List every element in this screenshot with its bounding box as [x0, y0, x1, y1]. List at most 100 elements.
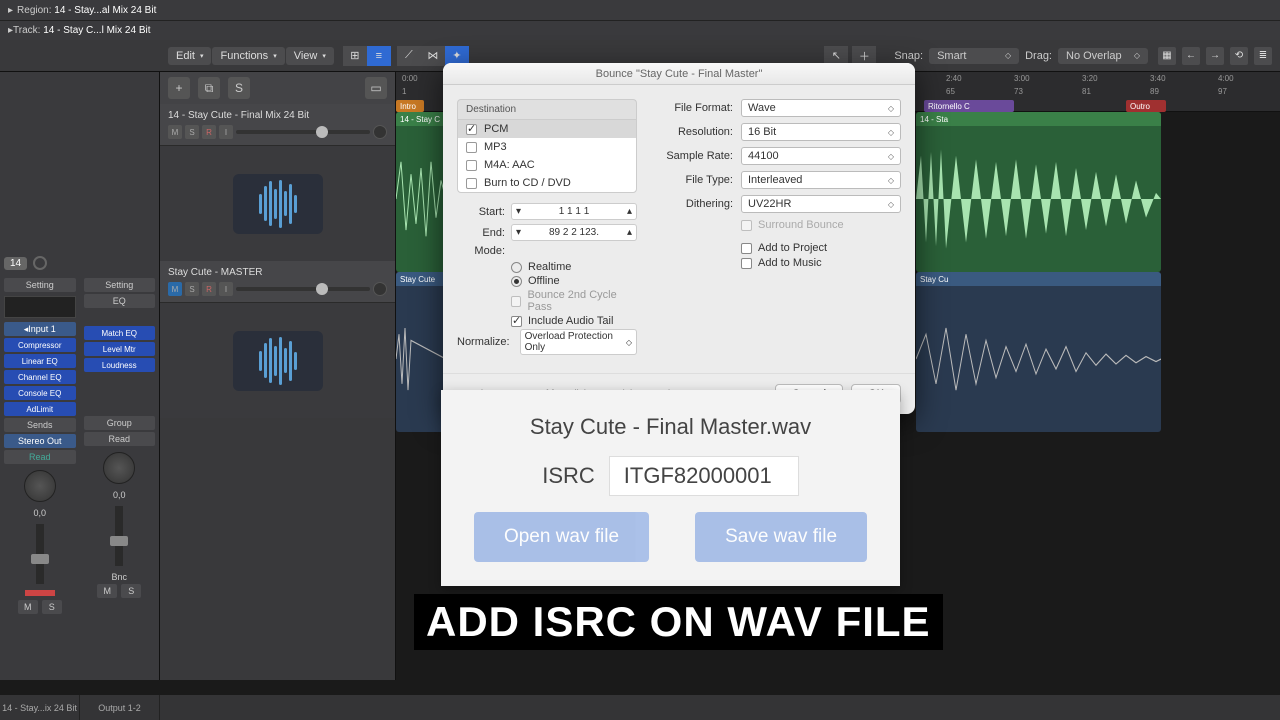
rec-arm-2[interactable]	[373, 282, 387, 296]
fx-loudness[interactable]: Loudness	[84, 358, 156, 372]
track-header-2[interactable]: Stay Cute - MASTER M S R I	[160, 261, 395, 418]
isrc-input[interactable]: ITGF82000001	[609, 456, 799, 496]
filter-button[interactable]: ▭	[365, 77, 387, 99]
vol-slider-2[interactable]	[236, 287, 370, 291]
right-icon[interactable]: →	[1206, 47, 1224, 65]
input-1[interactable]: I	[219, 125, 233, 139]
audio-region-1a[interactable]: 14 - Stay C	[396, 112, 446, 272]
cycle-pass-check: Bounce 2nd Cycle Pass	[511, 289, 637, 313]
rec-arm-1[interactable]	[373, 125, 387, 139]
marker-intro[interactable]: Intro	[396, 100, 424, 112]
color-swatch[interactable]	[33, 256, 47, 270]
rec-2[interactable]: R	[202, 282, 216, 296]
dithering-select[interactable]: UV22HR◇	[741, 195, 901, 213]
resolution-select[interactable]: 16 Bit◇	[741, 123, 901, 141]
link-icon[interactable]: ←	[1182, 47, 1200, 65]
automation-read-2[interactable]: Read	[84, 432, 156, 446]
setting-button-2[interactable]: Setting	[84, 278, 156, 292]
mute-button[interactable]: M	[18, 600, 38, 614]
region-label: 14 - Stay C	[396, 112, 446, 126]
samplerate-select[interactable]: 44100◇	[741, 147, 901, 165]
open-wav-button[interactable]: Open wav file	[474, 512, 649, 562]
waveform-icon-2	[233, 331, 323, 391]
fx-console-eq[interactable]: Console EQ	[4, 386, 76, 400]
filetype-select[interactable]: Interleaved◇	[741, 171, 901, 189]
duplicate-track-button[interactable]: ⧉	[198, 77, 220, 99]
fx-linear-eq[interactable]: Linear EQ	[4, 354, 76, 368]
start-label: Start:	[457, 206, 505, 218]
footer-right: Output 1-2	[80, 695, 160, 720]
edit-menu[interactable]: Edit▾	[168, 47, 211, 65]
solo-1[interactable]: S	[185, 125, 199, 139]
end-field[interactable]: ▾89 2 2 123.▴	[511, 224, 637, 241]
automation-read[interactable]: Read	[4, 450, 76, 464]
view-list-icon[interactable]: ≡	[367, 46, 391, 66]
save-wav-button[interactable]: Save wav file	[695, 512, 867, 562]
dest-mp3[interactable]: MP3	[458, 138, 636, 156]
track-header-1[interactable]: 14 - Stay Cute - Final Mix 24 Bit M S R …	[160, 104, 395, 261]
pan-knob[interactable]	[24, 470, 56, 502]
mode-realtime[interactable]: Realtime	[511, 261, 637, 273]
fx-channel-eq[interactable]: Channel EQ	[4, 370, 76, 384]
dest-pcm[interactable]: PCM	[458, 120, 636, 138]
marker-outro[interactable]: Outro	[1126, 100, 1166, 112]
track-headers: + ⧉ S ▭ 14 - Stay Cute - Final Mix 24 Bi…	[160, 72, 396, 680]
mute-button-2[interactable]: M	[97, 584, 117, 598]
setting-button[interactable]: Setting	[4, 278, 76, 292]
normalize-select[interactable]: Overload Protection Only◇	[520, 329, 637, 355]
input-2[interactable]: I	[219, 282, 233, 296]
start-field[interactable]: ▾1 1 1 1▴	[511, 203, 637, 220]
solo-button[interactable]: S	[42, 600, 62, 614]
vol-slider-1[interactable]	[236, 130, 370, 134]
fx-adlimit[interactable]: AdLimit	[4, 402, 76, 416]
track-label: Track:	[13, 25, 40, 36]
snap-select[interactable]: Smart◇	[929, 48, 1019, 64]
normalize-label: Normalize:	[457, 336, 510, 348]
bottom-bar: 14 - Stay...ix 24 Bit Output 1-2	[0, 695, 1280, 720]
mode-offline[interactable]: Offline	[511, 275, 637, 287]
fx-compressor[interactable]: Compressor	[4, 338, 76, 352]
fx-level-mtr[interactable]: Level Mtr	[84, 342, 156, 356]
pan-knob-2[interactable]	[103, 452, 135, 484]
tool-flex-icon[interactable]: ⋈	[421, 46, 445, 66]
mute-2[interactable]: M	[168, 282, 182, 296]
input-select[interactable]: ◂ Input 1	[4, 322, 76, 336]
fader-2[interactable]	[115, 506, 123, 566]
dest-burn[interactable]: Burn to CD / DVD	[458, 174, 636, 192]
audio-region-2a[interactable]: Stay Cute	[396, 272, 446, 432]
samplerate-label: Sample Rate:	[655, 150, 733, 162]
solo-button-2[interactable]: S	[121, 584, 141, 598]
pan-value-2: 0,0	[113, 490, 126, 500]
solo-2[interactable]: S	[185, 282, 199, 296]
add-project-check[interactable]: Add to Project	[741, 242, 901, 254]
view-grid-icon[interactable]: ⊞	[343, 46, 367, 66]
region-info-bar: ▸ Region: 14 - Stay...al Mix 24 Bit	[0, 0, 1280, 20]
group-label[interactable]: Group	[84, 416, 156, 430]
format-select[interactable]: Wave◇	[741, 99, 901, 117]
audio-region-1b[interactable]: 14 - Sta	[916, 112, 1161, 272]
audio-region-2b[interactable]: Stay Cu	[916, 272, 1161, 432]
snap-icon[interactable]: ▦	[1158, 47, 1176, 65]
fx-match-eq[interactable]: Match EQ	[84, 326, 156, 340]
tool-automation-icon[interactable]: ⟋	[397, 46, 421, 66]
audio-tail-check[interactable]: Include Audio Tail	[511, 315, 637, 327]
mute-1[interactable]: M	[168, 125, 182, 139]
drag-select[interactable]: No Overlap◇	[1058, 48, 1148, 64]
add-track-button[interactable]: +	[168, 77, 190, 99]
sends-label[interactable]: Sends	[4, 418, 76, 432]
eq-thumbnail[interactable]	[4, 296, 76, 318]
track-name-2: Stay Cute - MASTER	[168, 267, 387, 278]
destination-header: Destination	[457, 99, 637, 119]
add-music-check[interactable]: Add to Music	[741, 257, 901, 269]
solo-button[interactable]: S	[228, 77, 250, 99]
dest-m4a[interactable]: M4A: AAC	[458, 156, 636, 174]
output-select[interactable]: Stereo Out	[4, 434, 76, 448]
view-menu[interactable]: View▾	[286, 47, 334, 65]
rec-1[interactable]: R	[202, 125, 216, 139]
fader[interactable]	[36, 524, 44, 584]
list-icon[interactable]: ≣	[1254, 47, 1272, 65]
functions-menu[interactable]: Functions▾	[212, 47, 284, 65]
eq-button[interactable]: EQ	[84, 294, 156, 308]
marker-ritc[interactable]: Ritornello C	[924, 100, 1014, 112]
sync-icon[interactable]: ⟲	[1230, 47, 1248, 65]
